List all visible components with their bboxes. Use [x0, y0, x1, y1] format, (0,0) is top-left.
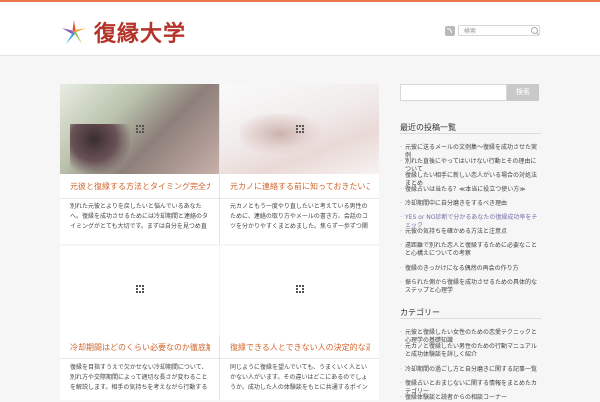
recent-post-link[interactable]: 元彼の気持ちを確かめる方法と注意点	[400, 228, 540, 236]
post-excerpt: 同じように復縁を望んでいても、うまくいく人といかない人がいます。その違いはどこに…	[230, 364, 368, 391]
post-thumbnail[interactable]	[220, 84, 379, 174]
divider	[220, 198, 379, 199]
recent-post-link[interactable]: 復縁のきっかけになる偶然の再会の作り方	[400, 265, 540, 273]
categories-heading: カテゴリー	[400, 308, 440, 317]
post-excerpt: 別れた元彼とよりを戻したいと悩んでいるあなたへ。復縁を成功させるためには冷却期間…	[70, 203, 209, 230]
sidebar-search-input[interactable]	[400, 84, 507, 101]
search-icon[interactable]	[531, 27, 538, 34]
post-card: 元カノに連絡する前に知っておきたいこと 元カノともう一度やり直したいと考えている…	[220, 84, 379, 244]
image-placeholder-icon	[136, 125, 144, 133]
post-title[interactable]: 元カノに連絡する前に知っておきたいこと	[230, 182, 370, 192]
recent-post-link[interactable]: 遠距離で別れた恋人と復縁するために必要なことと心構えについての考察	[400, 242, 540, 258]
post-card: 元彼と復縁する方法とタイミング完全ガイド 別れた元彼とよりを戻したいと悩んでいる…	[60, 84, 219, 244]
post-title[interactable]: 冷却期間はどのくらい必要なのか徹底解説	[70, 343, 210, 353]
post-title[interactable]: 元彼と復縁する方法とタイミング完全ガイド	[70, 182, 210, 192]
divider	[400, 133, 541, 134]
recent-post-link[interactable]: 振られた側から復縁を成功させるための具体的なステップと心理学	[400, 279, 540, 295]
site-header: 復縁大学 検索	[0, 2, 600, 56]
header-search-input[interactable]: 検索	[458, 25, 540, 36]
divider	[60, 358, 219, 359]
post-card: 復縁できる人とできない人の決定的な違い 同じように復縁を望んでいても、うまくいく…	[220, 246, 379, 400]
recent-posts-heading: 最近の投稿一覧	[400, 123, 456, 132]
site-title: 復縁大学	[94, 21, 187, 47]
post-excerpt: 元カノともう一度やり直したいと考えている男性のために、連絡の取り方やメールの書き…	[230, 203, 368, 230]
column-divider	[219, 336, 220, 400]
sidebar-search-button[interactable]: 検索	[507, 84, 539, 101]
category-link[interactable]: 冷却期間の過ごし方と自分磨きに関する記事一覧	[400, 366, 540, 374]
image-placeholder-icon	[136, 285, 144, 293]
post-thumbnail[interactable]	[60, 84, 219, 174]
post-thumbnail[interactable]	[220, 246, 379, 336]
post-excerpt: 復縁を目指すうえで欠かせない冷却期間について、別れ方や交際期間によって適切な長さ…	[70, 364, 208, 391]
site-logo[interactable]: 復縁大学	[60, 16, 186, 48]
post-title[interactable]: 復縁できる人とできない人の決定的な違い	[230, 343, 370, 353]
divider	[220, 358, 379, 359]
recent-post-link[interactable]: 復縁占いは当たる？≪本当に役立つ使い方≫	[400, 186, 540, 194]
category-link[interactable]: 元カノと復縁したい男性のための行動マニュアルと成功体験談を詳しく紹介	[400, 343, 540, 359]
rss-icon[interactable]	[445, 26, 455, 36]
category-link[interactable]: 復縁体験談と読者からの相談コーナー	[400, 394, 540, 402]
divider	[60, 198, 219, 199]
post-card: 冷却期間はどのくらい必要なのか徹底解説 復縁を目指すうえで欠かせない冷却期間につ…	[60, 246, 219, 400]
recent-post-link[interactable]: 冷却期間中に自分磨きをするべき理由	[400, 200, 540, 208]
image-placeholder-icon	[296, 285, 304, 293]
divider	[400, 318, 541, 319]
column-divider	[219, 84, 220, 244]
star-logo-icon	[62, 20, 86, 44]
image-placeholder-icon	[296, 125, 304, 133]
post-thumbnail[interactable]	[60, 246, 219, 336]
